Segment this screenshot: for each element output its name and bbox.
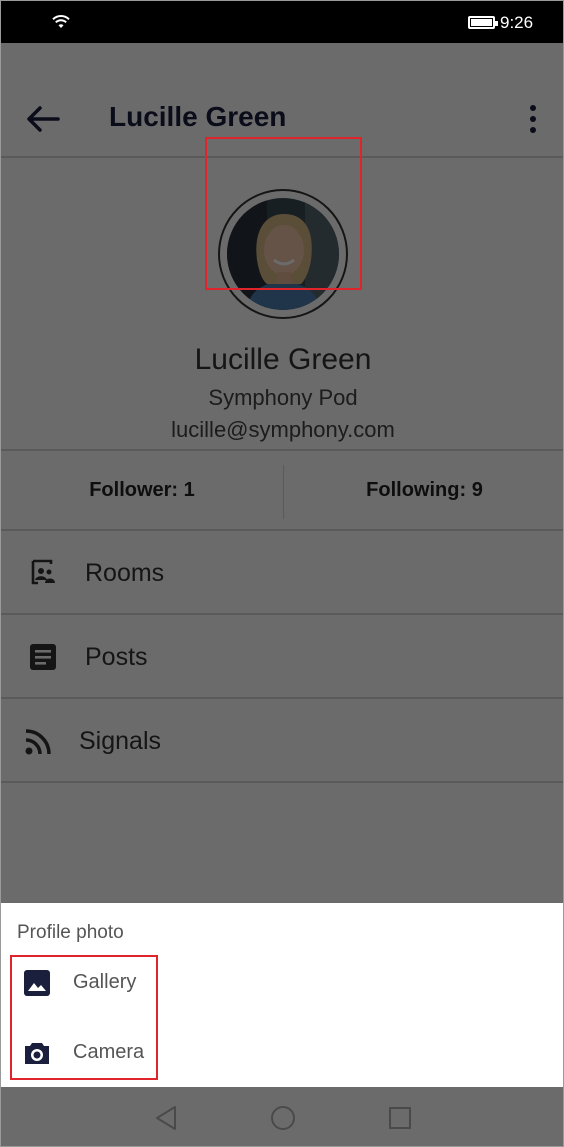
following-count[interactable]: Following: 9 (284, 451, 563, 529)
posts-icon (30, 644, 56, 670)
profile-email: lucille@symphony.com (171, 417, 395, 442)
square-recents-icon (389, 1107, 411, 1129)
page-title: Lucille Green (109, 101, 287, 132)
status-time: 9:26 (500, 13, 534, 32)
rss-icon (25, 729, 51, 755)
arrow-left-icon (27, 106, 60, 132)
profile-organization: Symphony Pod (208, 385, 358, 410)
wifi-icon (52, 15, 70, 28)
more-vertical-icon (530, 105, 536, 111)
menu-item-label: Rooms (85, 559, 165, 587)
status-bar: 9:26 (1, 1, 563, 43)
back-button[interactable] (23, 99, 63, 139)
profile-name: Lucille Green (194, 343, 372, 376)
options-highlight-box (10, 955, 158, 1080)
menu-item-label: Signals (79, 727, 161, 755)
stats-row: Follower: 1 Following: 9 (1, 449, 563, 531)
menu-item-rooms[interactable]: Rooms (1, 531, 563, 615)
nav-back-button[interactable] (151, 1103, 181, 1133)
triangle-back-icon (156, 1106, 176, 1130)
menu-item-label: Posts (85, 643, 148, 671)
more-options-button[interactable] (519, 99, 547, 139)
nav-recents-button[interactable] (385, 1103, 415, 1133)
profile-photo-sheet: Profile photo Gallery Camera (1, 903, 563, 1087)
followers-count[interactable]: Follower: 1 (1, 451, 283, 529)
avatar-highlight-box (205, 137, 362, 290)
battery-icon (468, 16, 498, 29)
sheet-title: Profile photo (17, 922, 124, 943)
phone-screen: 9:26 Lucille Green Lucille Green Symphon… (0, 0, 564, 1147)
menu-item-posts[interactable]: Posts (1, 615, 563, 699)
system-nav-bar (1, 1087, 563, 1146)
menu-item-signals[interactable]: Signals (1, 699, 563, 783)
rooms-icon (31, 559, 55, 585)
nav-home-button[interactable] (268, 1103, 298, 1133)
circle-home-icon (271, 1106, 295, 1130)
